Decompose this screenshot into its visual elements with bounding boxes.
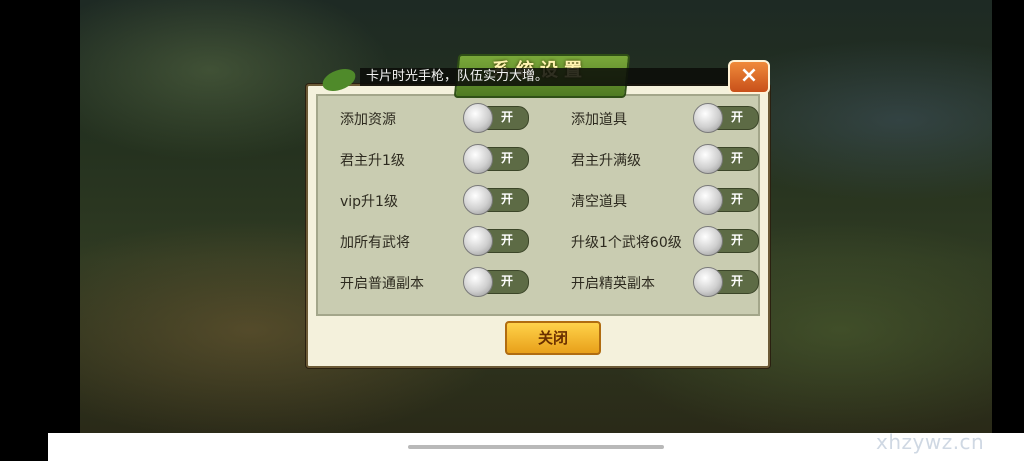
toggle-add-items[interactable]: 开 — [693, 103, 759, 133]
option-label-general-to-60: 升级1个武将60级 — [571, 235, 682, 251]
toggle-lord-max-level[interactable]: 开 — [693, 144, 759, 174]
toggle-clear-items[interactable]: 开 — [693, 185, 759, 215]
close-x-button[interactable]: × — [728, 60, 770, 94]
letterbox-bottom-left — [0, 433, 48, 461]
option-label-vip-level-up: vip升1级 — [340, 194, 398, 210]
letterbox-left — [0, 0, 80, 433]
option-label-open-normal-dungeon: 开启普通副本 — [340, 276, 424, 292]
watermark: xhzywz.cn — [876, 430, 985, 454]
option-label-lord-max-level: 君主升满级 — [571, 153, 641, 169]
option-label-clear-items: 清空道具 — [571, 194, 627, 210]
toggle-general-to-60[interactable]: 开 — [693, 226, 759, 256]
toggle-open-normal-dungeon[interactable]: 开 — [463, 267, 529, 297]
option-label-add-items: 添加道具 — [571, 112, 627, 128]
toggle-add-resources[interactable]: 开 — [463, 103, 529, 133]
toggle-lord-level-up[interactable]: 开 — [463, 144, 529, 174]
option-label-add-all-generals: 加所有武将 — [340, 235, 410, 251]
letterbox-right — [992, 0, 1024, 433]
option-label-lord-level-up: 君主升1级 — [340, 153, 405, 169]
toggle-vip-level-up[interactable]: 开 — [463, 185, 529, 215]
toggle-open-elite-dungeon[interactable]: 开 — [693, 267, 759, 297]
toggle-add-all-generals[interactable]: 开 — [463, 226, 529, 256]
option-label-open-elite-dungeon: 开启精英副本 — [571, 276, 655, 292]
marquee-text: 卡片时光手枪，队伍实力大增。 — [360, 68, 744, 86]
home-indicator[interactable] — [408, 445, 664, 449]
option-label-add-resources: 添加资源 — [340, 112, 396, 128]
close-button[interactable]: 关闭 — [505, 321, 601, 355]
